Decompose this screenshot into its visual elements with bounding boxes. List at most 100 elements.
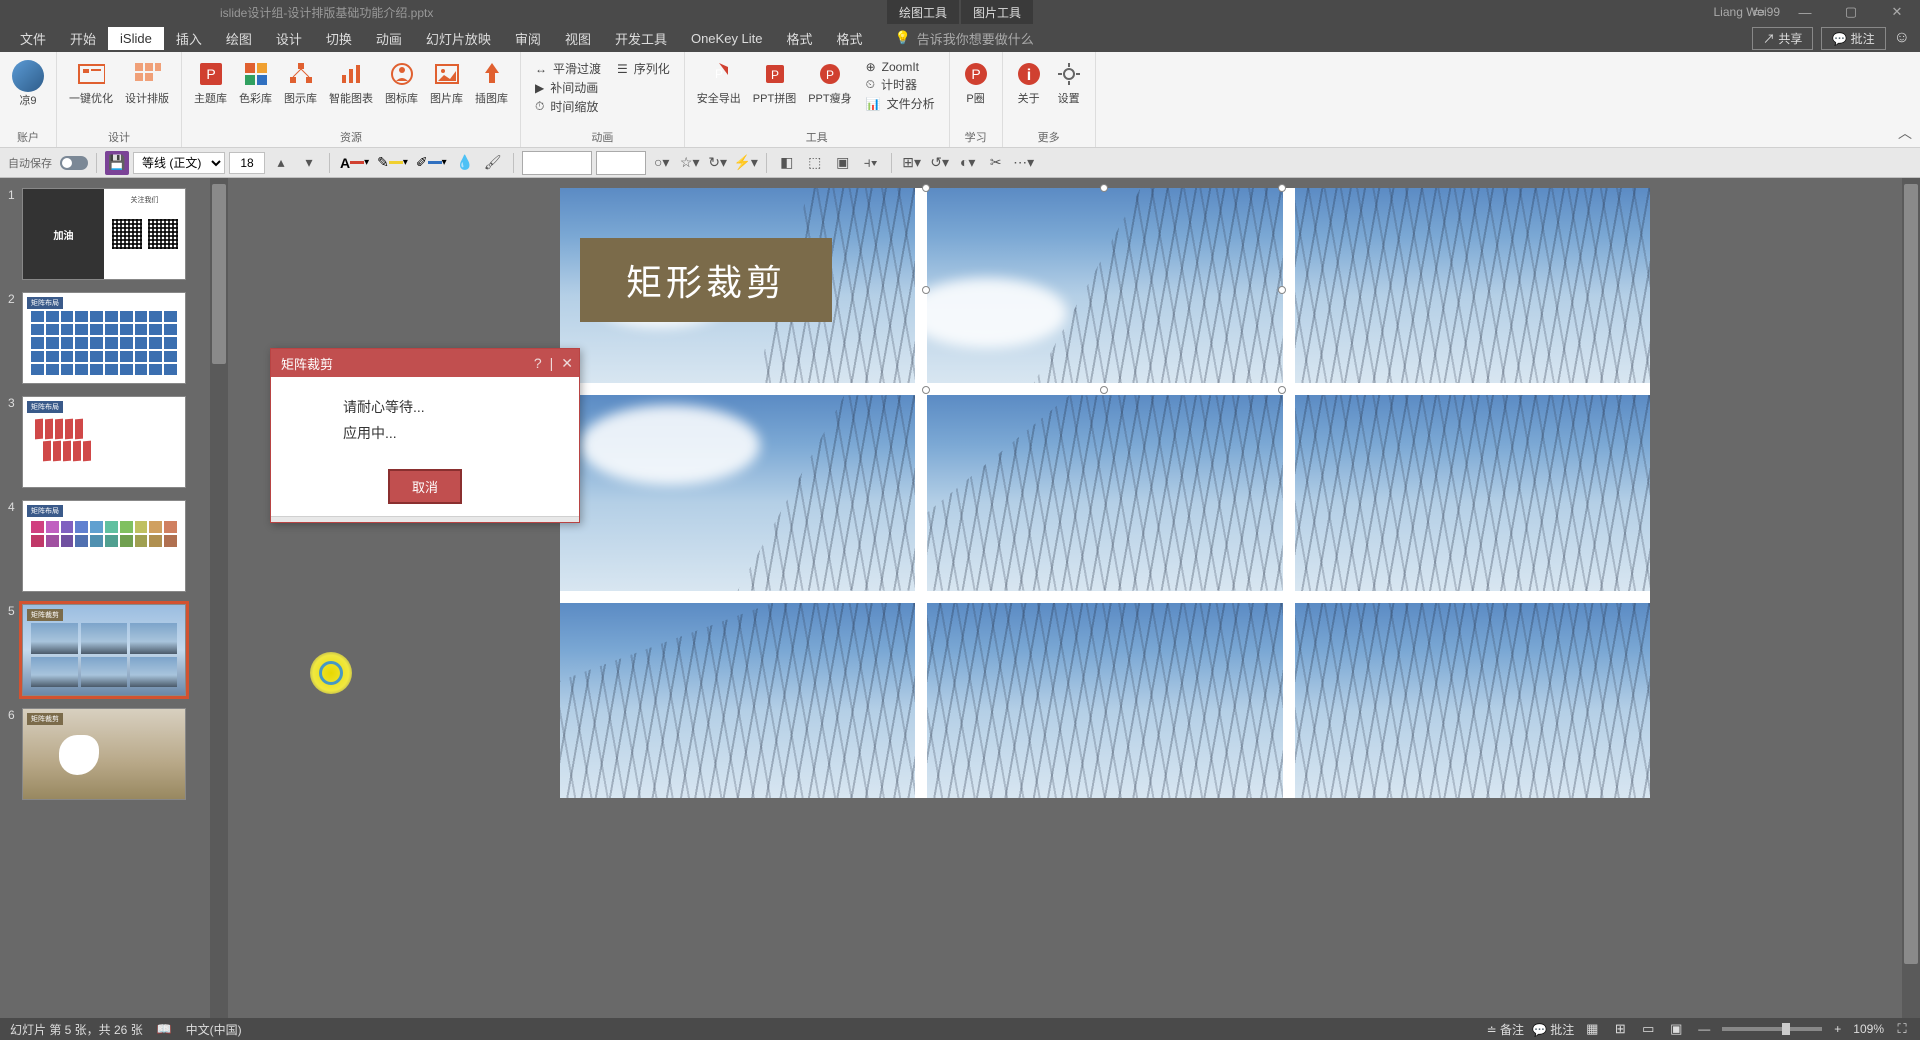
smartchart-button[interactable]: 智能图表 bbox=[323, 58, 379, 108]
lightning-icon[interactable]: ⚡▾ bbox=[734, 151, 758, 175]
sequence[interactable]: ☰序列化 bbox=[617, 60, 670, 77]
smooth-transition[interactable]: ↔平滑过渡 bbox=[535, 60, 601, 77]
slideshow-view-icon[interactable]: ▣ bbox=[1666, 1021, 1686, 1037]
shape-fill-icon[interactable]: ◧ bbox=[775, 151, 799, 175]
settings-button[interactable]: 设置 bbox=[1049, 58, 1089, 108]
outline-button[interactable]: ✐▾ bbox=[414, 154, 449, 171]
refresh-icon[interactable]: ↻▾ bbox=[706, 151, 730, 175]
menu-review[interactable]: 审阅 bbox=[503, 25, 553, 52]
eyedropper-icon[interactable]: 💧 bbox=[453, 151, 477, 175]
autosave-toggle[interactable] bbox=[60, 156, 88, 170]
menu-design[interactable]: 设计 bbox=[264, 25, 314, 52]
slide-thumb-2[interactable]: 2 矩阵布局 bbox=[0, 288, 210, 392]
shape-rect2-select[interactable] bbox=[596, 151, 646, 175]
menu-insert[interactable]: 插入 bbox=[164, 25, 214, 52]
arrange-icon[interactable]: ⬚ bbox=[803, 151, 827, 175]
slide-title[interactable]: 矩形裁剪 bbox=[580, 238, 832, 322]
ppt-compress-button[interactable]: PPPT瘦身 bbox=[802, 58, 857, 108]
menu-onekey[interactable]: OneKey Lite bbox=[679, 27, 775, 50]
menu-islide[interactable]: iSlide bbox=[108, 27, 164, 50]
format-painter-icon[interactable]: 🖌 bbox=[481, 151, 505, 175]
thumbnail-scrollbar[interactable] bbox=[210, 178, 228, 1018]
zoom-percent[interactable]: 109% bbox=[1853, 1022, 1884, 1036]
menu-format1[interactable]: 格式 bbox=[775, 25, 825, 52]
more-tools-icon[interactable]: ⋯▾ bbox=[1012, 151, 1036, 175]
rotate-icon[interactable]: ↺▾ bbox=[928, 151, 952, 175]
slide-canvas-area[interactable]: 矩形裁剪 bbox=[228, 178, 1902, 1018]
close-icon[interactable]: ✕ bbox=[1874, 0, 1920, 24]
circle-tool-icon[interactable]: ○▾ bbox=[650, 151, 674, 175]
menu-file[interactable]: 文件 bbox=[8, 25, 58, 52]
align-icon[interactable]: ⫞▾ bbox=[859, 151, 883, 175]
about-button[interactable]: i关于 bbox=[1009, 58, 1049, 108]
slide-thumb-4[interactable]: 4 矩阵布局 bbox=[0, 496, 210, 600]
menu-transition[interactable]: 切换 bbox=[314, 25, 364, 52]
color-lib-button[interactable]: 色彩库 bbox=[233, 58, 278, 108]
slide-thumb-5[interactable]: 5 矩阵裁剪 bbox=[0, 600, 210, 704]
tween-animation[interactable]: ▶补间动画 bbox=[535, 79, 601, 96]
font-size-input[interactable] bbox=[229, 152, 265, 174]
crop-icon[interactable]: ✂ bbox=[984, 151, 1008, 175]
reading-view-icon[interactable]: ▭ bbox=[1638, 1021, 1658, 1037]
comment-button[interactable]: 💬 批注 bbox=[1821, 27, 1885, 50]
menu-slideshow[interactable]: 幻灯片放映 bbox=[414, 25, 503, 52]
vector-lib-button[interactable]: 插图库 bbox=[469, 58, 514, 108]
bring-front-icon[interactable]: ▣ bbox=[831, 151, 855, 175]
star-tool-icon[interactable]: ☆▾ bbox=[678, 151, 702, 175]
sorter-view-icon[interactable]: ⊞ bbox=[1610, 1021, 1630, 1037]
accessibility-icon[interactable]: 📖 bbox=[157, 1022, 172, 1036]
share-button[interactable]: ↗ 共享 bbox=[1752, 27, 1813, 50]
collapse-ribbon-icon[interactable]: ︿ bbox=[1898, 123, 1912, 143]
slide-thumbnail-panel[interactable]: 1 加油 关注我们 2 矩阵布局 3 矩阵布局 4 矩阵布局 bbox=[0, 178, 210, 1018]
theme-lib-button[interactable]: P主题库 bbox=[188, 58, 233, 108]
timer[interactable]: ⏲计时器 bbox=[866, 76, 935, 93]
font-size-up-icon[interactable]: ▴ bbox=[269, 151, 293, 175]
dialog-titlebar[interactable]: 矩阵裁剪 ? | ✕ bbox=[271, 349, 579, 377]
account-button[interactable]: 凉9 bbox=[6, 58, 50, 110]
highlight-button[interactable]: ✎▾ bbox=[375, 154, 410, 171]
ppt-stitch-button[interactable]: PPPT拼图 bbox=[747, 58, 802, 108]
menu-animation[interactable]: 动画 bbox=[364, 25, 414, 52]
help-icon[interactable]: ? bbox=[534, 355, 542, 372]
maximize-icon[interactable]: ▢ bbox=[1828, 0, 1874, 24]
diagram-lib-button[interactable]: 图示库 bbox=[278, 58, 323, 108]
layout-button[interactable]: 设计排版 bbox=[119, 58, 175, 108]
menu-view[interactable]: 视图 bbox=[553, 25, 603, 52]
pcircle-button[interactable]: PP圈 bbox=[956, 58, 996, 108]
time-scale[interactable]: ⏱时间缩放 bbox=[535, 98, 601, 115]
slide-thumb-6[interactable]: 6 矩阵裁剪 bbox=[0, 704, 210, 808]
image-lib-button[interactable]: 图片库 bbox=[424, 58, 469, 108]
drawing-tools-tab[interactable]: 绘图工具 bbox=[887, 0, 959, 25]
notes-button[interactable]: ≐ 备注 bbox=[1487, 1021, 1524, 1038]
picture-tools-tab[interactable]: 图片工具 bbox=[961, 0, 1033, 25]
icon-lib-button[interactable]: 图标库 bbox=[379, 58, 424, 108]
file-analysis[interactable]: 📊文件分析 bbox=[866, 95, 935, 112]
slide-thumb-1[interactable]: 1 加油 关注我们 bbox=[0, 184, 210, 288]
ribbon-options-icon[interactable]: ▭ bbox=[1736, 0, 1782, 24]
font-size-down-icon[interactable]: ▾ bbox=[297, 151, 321, 175]
slide-canvas[interactable]: 矩形裁剪 bbox=[560, 188, 1650, 798]
normal-view-icon[interactable]: ▦ bbox=[1582, 1021, 1602, 1037]
smiley-icon[interactable]: ☺ bbox=[1894, 29, 1910, 47]
comments-button[interactable]: 💬 批注 bbox=[1532, 1021, 1574, 1038]
optimize-button[interactable]: 一键优化 bbox=[63, 58, 119, 108]
font-color-button[interactable]: A▾ bbox=[338, 155, 371, 171]
save-icon[interactable]: 💾 bbox=[105, 151, 129, 175]
tell-me-search[interactable]: 💡 告诉我你想要做什么 bbox=[895, 29, 1034, 48]
menu-format2[interactable]: 格式 bbox=[825, 25, 875, 52]
shape-rect-select[interactable] bbox=[522, 151, 592, 175]
merge-icon[interactable]: ◐▾ bbox=[956, 151, 980, 175]
group-icon[interactable]: ⊞▾ bbox=[900, 151, 924, 175]
font-select[interactable]: 等线 (正文) bbox=[133, 152, 225, 174]
zoom-slider[interactable] bbox=[1722, 1027, 1822, 1031]
menu-home[interactable]: 开始 bbox=[58, 25, 108, 52]
language-indicator[interactable]: 中文(中国) bbox=[186, 1021, 242, 1038]
fit-window-icon[interactable]: ⛶ bbox=[1892, 1021, 1912, 1037]
canvas-scrollbar[interactable] bbox=[1902, 178, 1920, 1018]
safe-export-button[interactable]: P安全导出 bbox=[691, 58, 747, 108]
menu-draw[interactable]: 绘图 bbox=[214, 25, 264, 52]
dialog-close-icon[interactable]: ✕ bbox=[561, 355, 573, 372]
zoomit[interactable]: ⊕ZoomIt bbox=[866, 60, 935, 74]
minimize-icon[interactable]: — bbox=[1782, 0, 1828, 24]
slide-thumb-3[interactable]: 3 矩阵布局 bbox=[0, 392, 210, 496]
